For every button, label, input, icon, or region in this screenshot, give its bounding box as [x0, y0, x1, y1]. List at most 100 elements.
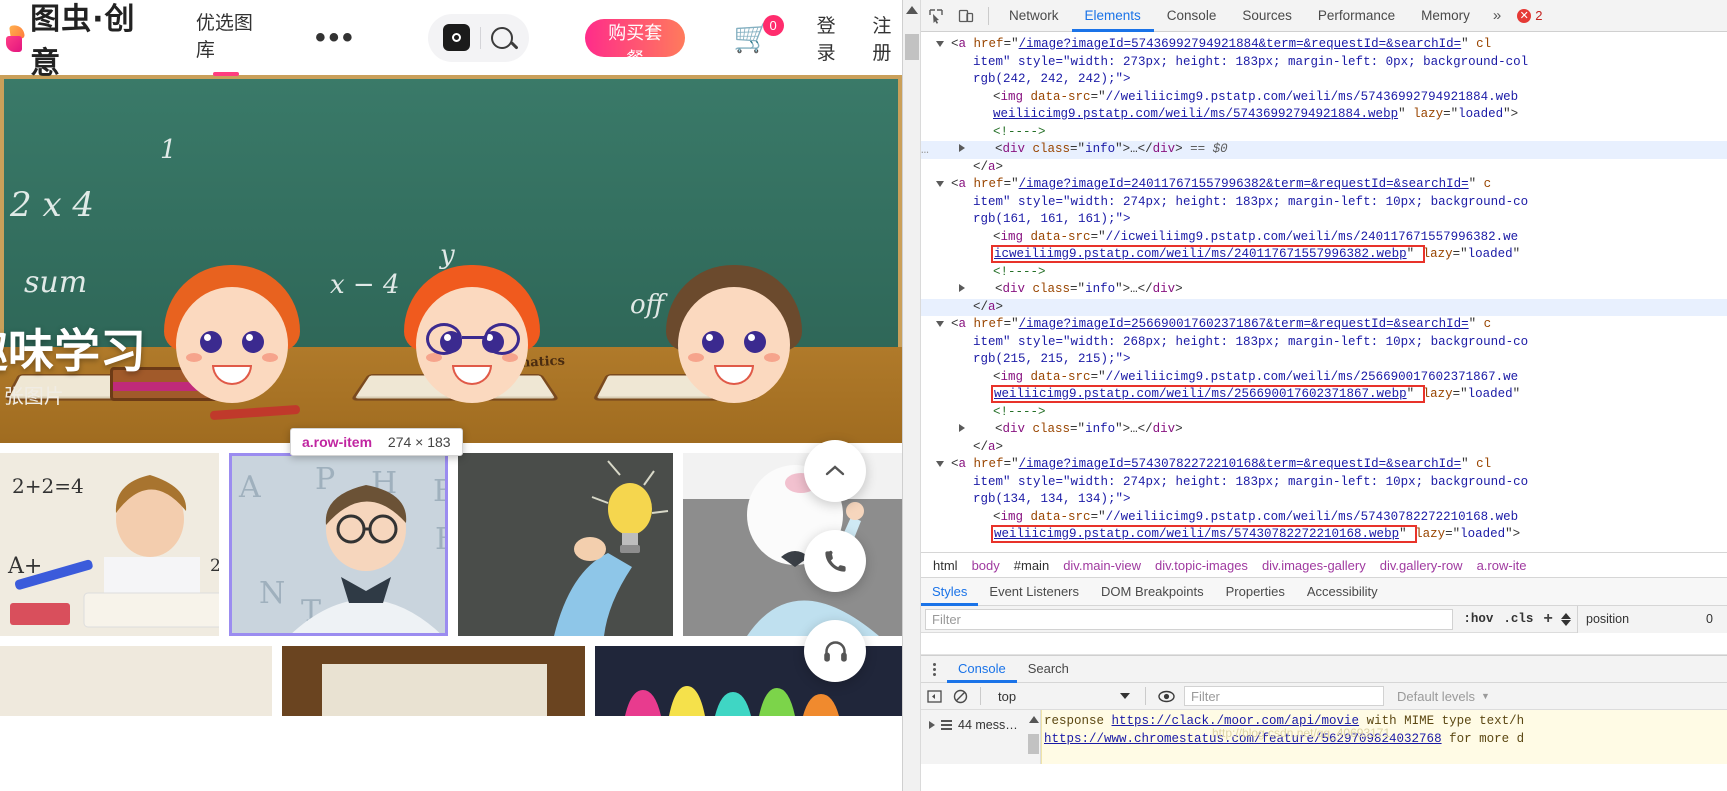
- show-console-sidebar-icon[interactable]: [921, 683, 947, 710]
- register-link[interactable]: 注册: [872, 11, 902, 65]
- breadcrumb-item-row-item[interactable]: a.row-ite: [1477, 558, 1527, 573]
- buy-package-button[interactable]: 购买套餐: [585, 18, 686, 69]
- expand-triangle-icon[interactable]: [936, 461, 944, 467]
- search-icon[interactable]: [491, 26, 514, 49]
- tab-accessibility[interactable]: Accessibility: [1296, 578, 1389, 606]
- dom-attr-href[interactable]: /image?imageId=57430782272210168&term=&r…: [1019, 457, 1462, 471]
- device-toolbar-icon[interactable]: [951, 1, 981, 31]
- console-filter-input[interactable]: Filter: [1184, 686, 1384, 706]
- gallery-thumb-pointing-kid[interactable]: [682, 453, 902, 636]
- gallery-thumb-boy-glasses[interactable]: AP HB NT Be: [228, 453, 448, 636]
- dom-node-anchor[interactable]: <a href="/image?imageId=5743699279492188…: [921, 36, 1727, 54]
- dom-node-anchor[interactable]: <a href="/image?imageId=5743078227221016…: [921, 456, 1727, 474]
- expand-triangle-icon[interactable]: [959, 144, 965, 152]
- camera-search-icon[interactable]: [443, 24, 471, 51]
- gallery-thumb-lightbulb-chalk[interactable]: [458, 453, 673, 636]
- tab-elements[interactable]: Elements: [1072, 0, 1154, 32]
- expand-triangle-icon[interactable]: [959, 284, 965, 292]
- console-levels-label: Default levels: [1397, 688, 1476, 704]
- floating-action-buttons: [804, 440, 866, 710]
- console-warning-messages: response https://clack./moor.com/api/mov…: [1041, 710, 1727, 764]
- dom-node-anchor[interactable]: <a href="/image?imageId=2566900176023718…: [921, 316, 1727, 334]
- dom-attr-href[interactable]: /image?imageId=240117671557996382&term=&…: [1019, 177, 1469, 191]
- tab-console[interactable]: Console: [1154, 0, 1230, 32]
- computed-spinner[interactable]: [1561, 612, 1571, 626]
- drawer-tab-search[interactable]: Search: [1017, 655, 1080, 683]
- dom-node-src-link-highlighted[interactable]: weiliicimg9.pstatp.com/weili/ms/57430782…: [921, 525, 1727, 544]
- tab-dom-breakpoints[interactable]: DOM Breakpoints: [1090, 578, 1215, 606]
- nav-more-icon[interactable]: •••: [315, 22, 356, 52]
- toolbar-divider: [980, 687, 981, 705]
- page-scrollbar[interactable]: [903, 0, 921, 791]
- dom-node-anchor[interactable]: <a href="/image?imageId=2401176715579963…: [921, 176, 1727, 194]
- dom-node-src-link-highlighted[interactable]: icweiliimg9.pstatp.com/weili/ms/24011767…: [921, 245, 1727, 264]
- dom-attr-href[interactable]: /image?imageId=57436992794921884&term=&r…: [1019, 37, 1462, 51]
- gallery-thumb-row2-b[interactable]: [281, 646, 586, 716]
- spinner-down-icon[interactable]: [1561, 619, 1571, 626]
- dom-node-src-link-highlighted[interactable]: weiliicimg9.pstatp.com/weili/ms/25669001…: [921, 385, 1727, 404]
- console-message-count-row[interactable]: 44 mess…: [921, 718, 1018, 732]
- breadcrumb-item-main-view[interactable]: div.main-view: [1063, 558, 1141, 573]
- breadcrumb-item-html[interactable]: html: [933, 558, 958, 573]
- error-count-label: 2: [1535, 8, 1543, 23]
- error-count-badge[interactable]: ✕ 2: [1517, 8, 1543, 23]
- scroll-to-top-button[interactable]: [804, 440, 866, 502]
- drawer-tab-console[interactable]: Console: [947, 655, 1017, 683]
- dom-tree[interactable]: <a href="/image?imageId=5743699279492188…: [921, 32, 1727, 552]
- gallery-thumb-girl-writing[interactable]: 2+2=4 A+ 2+3: [0, 453, 219, 636]
- console-message-sidebar[interactable]: 44 mess…: [921, 710, 1041, 764]
- dom-node-img[interactable]: <img data-src="//weiliicimg9.pstatp.com/…: [921, 509, 1727, 527]
- expand-triangle-icon[interactable]: [936, 41, 944, 47]
- styles-filter-input[interactable]: Filter: [925, 608, 1454, 630]
- expand-triangle-icon[interactable]: [936, 181, 944, 187]
- breadcrumb-item-gallery-row[interactable]: div.gallery-row: [1380, 558, 1463, 573]
- tab-memory[interactable]: Memory: [1408, 0, 1483, 32]
- site-logo[interactable]: 图虫·创意: [6, 0, 136, 82]
- new-style-rule-button[interactable]: +: [1543, 610, 1553, 628]
- expand-triangle-icon[interactable]: [936, 321, 944, 327]
- breadcrumb-item-images-gallery[interactable]: div.images-gallery: [1262, 558, 1366, 573]
- search-input[interactable]: [427, 13, 530, 62]
- dom-node-img[interactable]: <img data-src="//icweiliimg9.pstatp.com/…: [921, 229, 1727, 247]
- live-expression-icon[interactable]: [1153, 683, 1179, 710]
- tab-properties[interactable]: Properties: [1215, 578, 1296, 606]
- dom-node-selected-info-div[interactable]: … <div class="info">…</div> == $0: [921, 141, 1727, 159]
- breadcrumb-item-topic-images[interactable]: div.topic-images: [1155, 558, 1248, 573]
- drawer-more-options-icon[interactable]: [921, 662, 947, 676]
- overflow-dots-icon[interactable]: …: [921, 141, 929, 159]
- scrollbar-thumb[interactable]: [905, 34, 919, 60]
- cart-button[interactable]: 🛒 0: [733, 14, 784, 52]
- breadcrumb-item-main[interactable]: #main: [1014, 558, 1049, 573]
- hov-toggle[interactable]: :hov: [1463, 612, 1493, 626]
- nav-item-premium-library[interactable]: 优选图库: [196, 8, 255, 76]
- expand-triangle-icon[interactable]: [959, 424, 965, 432]
- tab-performance[interactable]: Performance: [1305, 0, 1408, 32]
- gallery-thumb-row2-a[interactable]: [0, 646, 272, 716]
- dom-node-img[interactable]: <img data-src="//weiliicimg9.pstatp.com/…: [921, 89, 1727, 107]
- scrollbar-thumb[interactable]: [1028, 734, 1039, 754]
- console-output[interactable]: 44 mess… response https://clack./moor.co…: [921, 710, 1727, 764]
- inspect-element-icon[interactable]: [921, 1, 951, 31]
- tab-sources[interactable]: Sources: [1229, 0, 1305, 32]
- dom-node-info-div[interactable]: <div class="info">…</div>: [921, 281, 1727, 299]
- breadcrumb-item-body[interactable]: body: [972, 558, 1000, 573]
- dom-attr-href[interactable]: /image?imageId=256690017602371867&term=&…: [1019, 317, 1469, 331]
- clear-console-icon[interactable]: [947, 683, 973, 710]
- dom-node-img[interactable]: <img data-src="//weiliicimg9.pstatp.com/…: [921, 369, 1727, 387]
- cls-toggle[interactable]: .cls: [1503, 612, 1533, 626]
- console-levels-selector[interactable]: Default levels ▼: [1389, 689, 1498, 704]
- tab-styles[interactable]: Styles: [921, 578, 978, 606]
- dom-node-src-link[interactable]: weiliicimg9.pstatp.com/weili/ms/57436992…: [921, 106, 1727, 124]
- dom-node-info-div[interactable]: <div class="info">…</div>: [921, 421, 1727, 439]
- support-button[interactable]: [804, 620, 866, 682]
- more-tabs-icon[interactable]: »: [1483, 7, 1511, 24]
- scroll-up-arrow-icon[interactable]: [1029, 716, 1039, 723]
- expand-triangle-icon[interactable]: [929, 721, 935, 729]
- phone-button[interactable]: [804, 530, 866, 592]
- tab-event-listeners[interactable]: Event Listeners: [978, 578, 1090, 606]
- console-context-selector[interactable]: top: [988, 689, 1138, 704]
- tab-network[interactable]: Network: [996, 0, 1072, 32]
- spinner-up-icon[interactable]: [1561, 612, 1571, 619]
- scroll-up-arrow-icon[interactable]: [906, 6, 918, 14]
- login-link[interactable]: 登录: [817, 11, 847, 65]
